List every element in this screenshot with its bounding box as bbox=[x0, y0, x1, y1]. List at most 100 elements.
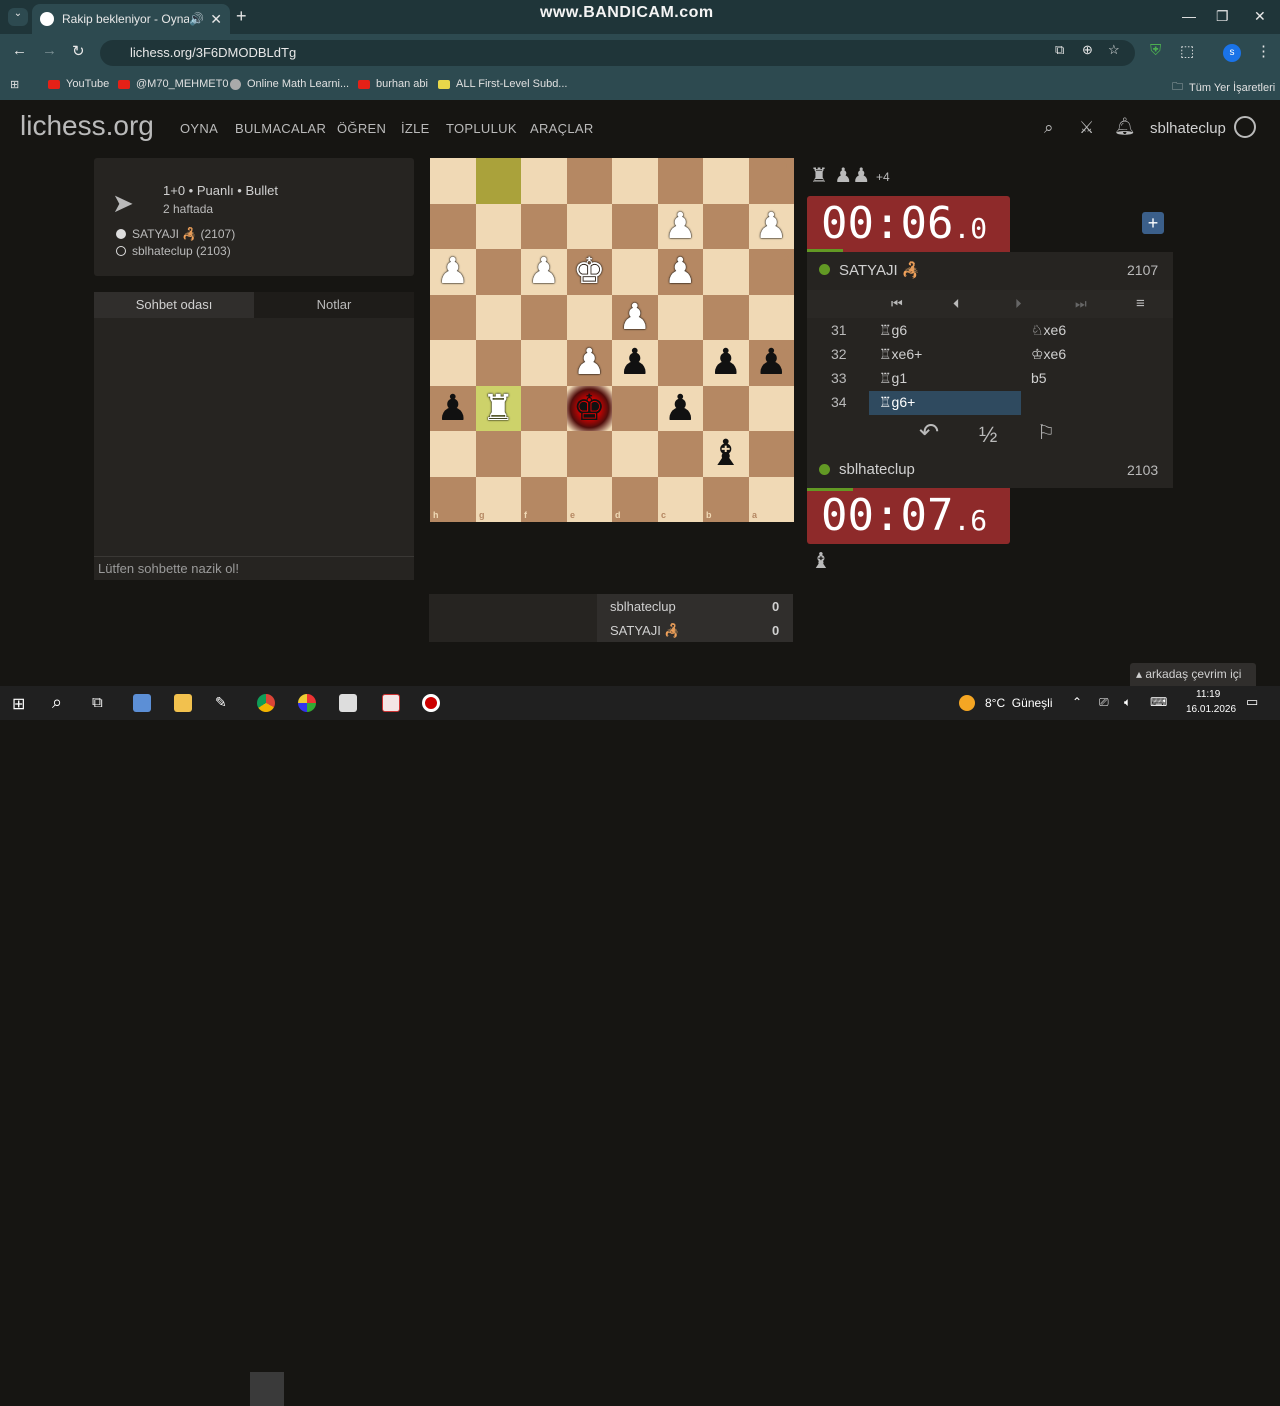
move-black[interactable]: ♔xe6 bbox=[1031, 346, 1066, 363]
clock-date[interactable]: 16.01.2026 bbox=[1186, 704, 1236, 715]
app-icon[interactable] bbox=[133, 694, 151, 712]
minimize-icon[interactable]: — bbox=[1182, 8, 1196, 24]
white-pawn-icon[interactable]: ♟ bbox=[521, 249, 567, 295]
square-f1[interactable] bbox=[521, 158, 567, 204]
move-white-active[interactable]: ♖g6+ bbox=[879, 394, 915, 411]
prev-move-icon[interactable]: ⏴ bbox=[953, 296, 960, 312]
square-f2[interactable] bbox=[521, 203, 567, 249]
square-c4[interactable] bbox=[657, 294, 703, 340]
nav-tools[interactable]: ARAÇLAR bbox=[530, 121, 594, 136]
network-icon[interactable]: ⎚ bbox=[1099, 695, 1109, 710]
black-king-in-check-icon[interactable]: ♚ bbox=[566, 385, 612, 431]
clock-time[interactable]: 11:19 bbox=[1196, 689, 1220, 700]
zoom-icon[interactable]: ⊕ bbox=[1082, 42, 1093, 58]
install-icon[interactable]: ⧉ bbox=[1055, 42, 1064, 58]
resign-button[interactable]: ⚐ bbox=[1037, 420, 1055, 445]
white-player[interactable]: SATYAJI 🦂 (2107) bbox=[116, 227, 235, 241]
menu-dots-icon[interactable]: ⋮ bbox=[1256, 42, 1271, 60]
chrome-icon[interactable] bbox=[257, 694, 275, 712]
move-white[interactable]: ♖xe6+ bbox=[879, 346, 922, 363]
maximize-icon[interactable]: ❐ bbox=[1216, 8, 1229, 25]
square-h1[interactable] bbox=[430, 158, 476, 204]
nav-community[interactable]: TOPLULUK bbox=[446, 121, 517, 136]
friends-online-button[interactable]: ▴ arkadaş çevrim içi bbox=[1130, 663, 1256, 686]
square-f6[interactable] bbox=[521, 385, 567, 431]
move-white[interactable]: ♖g6 bbox=[879, 322, 907, 339]
chat-input[interactable]: Lütfen sohbette nazik ol! bbox=[94, 556, 414, 580]
square-b6[interactable] bbox=[703, 385, 749, 431]
square-d6[interactable] bbox=[612, 385, 658, 431]
bookmark-math[interactable]: Online Math Learni... bbox=[230, 78, 349, 90]
browser-tab[interactable]: Rakip bekleniyor - Oyna SA 🔊 ✕ bbox=[32, 4, 230, 34]
bell-icon[interactable]: 🔔︎ bbox=[1114, 117, 1136, 137]
square-b3[interactable] bbox=[703, 249, 749, 295]
nav-play[interactable]: OYNA bbox=[180, 121, 218, 136]
pen-icon[interactable]: ✎ bbox=[215, 694, 233, 712]
forward-icon[interactable]: → bbox=[42, 42, 57, 59]
volume-icon[interactable]: 🔈︎ bbox=[1124, 695, 1131, 710]
square-f4[interactable] bbox=[521, 294, 567, 340]
apps-grid-icon[interactable]: ⊞ bbox=[10, 78, 19, 91]
square-b1[interactable] bbox=[703, 158, 749, 204]
bookmark-star-icon[interactable]: ☆ bbox=[1108, 42, 1120, 58]
square-c1[interactable] bbox=[657, 158, 703, 204]
app-icon[interactable] bbox=[298, 694, 316, 712]
move-white[interactable]: ♖g1 bbox=[879, 370, 907, 387]
square-e7[interactable] bbox=[566, 431, 612, 477]
square-g1-lastmove[interactable] bbox=[475, 158, 521, 204]
player-name[interactable]: sblhateclup bbox=[839, 461, 915, 478]
square-e4[interactable] bbox=[566, 294, 612, 340]
menu-icon[interactable]: ≡ bbox=[1136, 295, 1145, 312]
square-h5[interactable] bbox=[430, 340, 476, 386]
language-icon[interactable]: ⌨ bbox=[1150, 695, 1167, 709]
all-bookmarks[interactable]: 🗀 Tüm Yer İşaretleri bbox=[1172, 78, 1275, 97]
square-g5[interactable] bbox=[475, 340, 521, 386]
black-pawn-icon[interactable]: ♟ bbox=[657, 385, 703, 431]
black-bishop-icon[interactable]: ♝ bbox=[703, 431, 749, 477]
tab-search-button[interactable]: ⌄ bbox=[8, 8, 28, 26]
last-move-icon[interactable]: ⏭ bbox=[1075, 296, 1087, 312]
nav-learn[interactable]: ÖĞREN bbox=[337, 121, 386, 136]
bookmark-m70[interactable]: @M70_MEHMET0 bbox=[118, 78, 228, 90]
move-black[interactable]: ♘xe6 bbox=[1031, 322, 1066, 339]
add-time-button[interactable]: + bbox=[1142, 212, 1164, 234]
task-view-icon[interactable]: ⧉ bbox=[92, 694, 103, 711]
white-pawn-icon[interactable]: ♟ bbox=[566, 340, 612, 386]
black-pawn-icon[interactable]: ♟ bbox=[703, 340, 749, 386]
bandicam-record-icon[interactable] bbox=[422, 694, 440, 712]
square-g7[interactable] bbox=[475, 431, 521, 477]
windows-start-icon[interactable]: ⊞ bbox=[12, 694, 25, 714]
black-player[interactable]: sblhateclup (2103) bbox=[116, 244, 231, 258]
square-g2[interactable] bbox=[475, 203, 521, 249]
new-tab-button[interactable]: + bbox=[236, 6, 247, 27]
square-e2[interactable] bbox=[566, 203, 612, 249]
close-tab-icon[interactable]: ✕ bbox=[210, 11, 222, 28]
square-g3[interactable] bbox=[475, 249, 521, 295]
white-rook-icon[interactable]: ♜ bbox=[475, 385, 521, 431]
chess-board[interactable]: ♟ ♟ ♟ ♟ ♚ ♟ ♟ ♟ ♟ ♟ ♟ ♟ ♜ ♚ ♟ ♝ 1 2 3 4 … bbox=[430, 158, 794, 522]
reload-icon[interactable]: ↻ bbox=[72, 42, 85, 60]
square-f7[interactable] bbox=[521, 431, 567, 477]
user-avatar-icon[interactable] bbox=[1234, 116, 1256, 138]
square-d2[interactable] bbox=[612, 203, 658, 249]
chevron-up-icon[interactable]: ⌃ bbox=[1072, 695, 1082, 709]
white-pawn-icon[interactable]: ♟ bbox=[430, 249, 476, 295]
first-move-icon[interactable]: ⏮ bbox=[891, 296, 903, 312]
app-icon[interactable] bbox=[382, 694, 400, 712]
square-e1[interactable] bbox=[566, 158, 612, 204]
file-explorer-icon[interactable] bbox=[174, 694, 192, 712]
square-g4[interactable] bbox=[475, 294, 521, 340]
square-c7[interactable] bbox=[657, 431, 703, 477]
nav-watch[interactable]: İZLE bbox=[401, 121, 430, 136]
notifications-icon[interactable]: ▭ bbox=[1246, 694, 1258, 710]
white-pawn-icon[interactable]: ♟ bbox=[657, 203, 703, 249]
square-b4[interactable] bbox=[703, 294, 749, 340]
opponent-name[interactable]: SATYAJI 🦂 bbox=[839, 261, 920, 279]
move-black[interactable]: b5 bbox=[1031, 370, 1047, 386]
bookmark-subd[interactable]: ALL First-Level Subd... bbox=[438, 78, 567, 90]
search-icon[interactable]: ⌕ bbox=[1044, 118, 1054, 138]
close-window-icon[interactable]: ✕ bbox=[1254, 8, 1266, 25]
square-h7[interactable] bbox=[430, 431, 476, 477]
draw-offer-button[interactable]: ½ bbox=[979, 422, 997, 448]
square-b2[interactable] bbox=[703, 203, 749, 249]
